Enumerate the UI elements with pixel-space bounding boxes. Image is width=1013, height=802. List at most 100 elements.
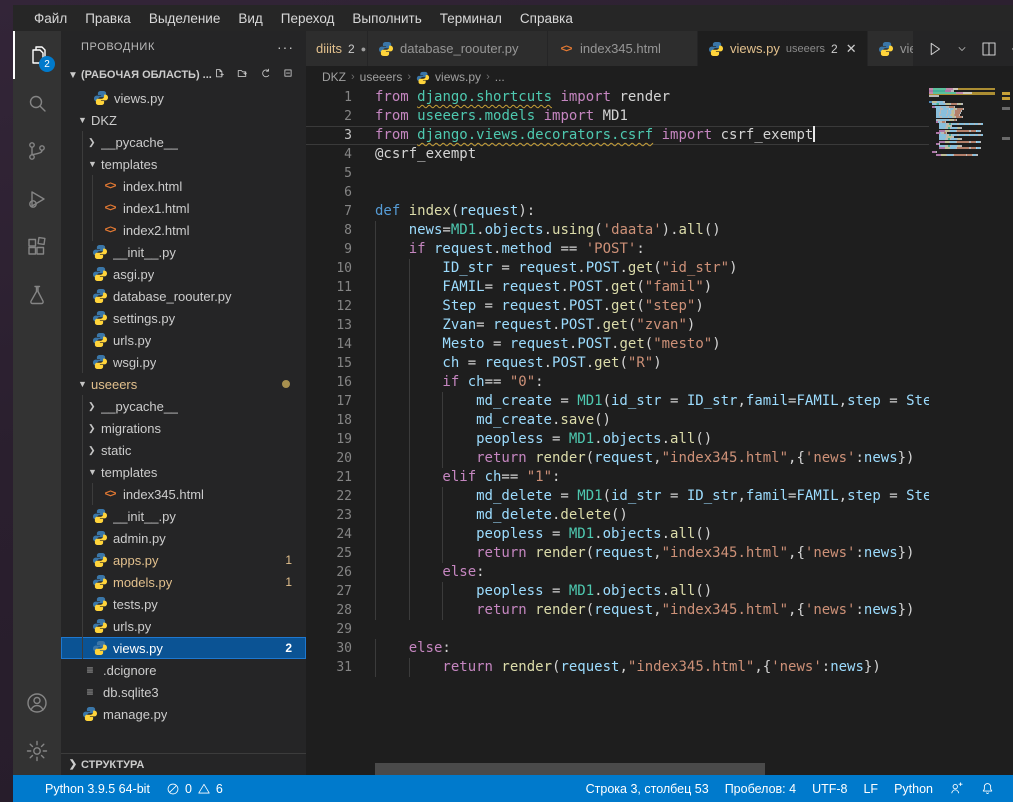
menu-item-Выполнить[interactable]: Выполнить [343, 8, 430, 29]
menu-item-Терминал[interactable]: Терминал [431, 8, 511, 29]
activity-explorer[interactable]: 2 [13, 31, 61, 79]
tree-file-admin.py[interactable]: admin.py [61, 527, 306, 549]
tree-file-__init__.py[interactable]: __init__.py [61, 505, 306, 527]
code-line-2[interactable]: 2from useeers.models import MD1 [306, 107, 929, 126]
chevron-down-icon[interactable] [956, 43, 968, 55]
status-notifications[interactable] [972, 781, 1003, 796]
code-line-14[interactable]: 14Mesto = request.POST.get("mesto") [306, 335, 929, 354]
tab-views.py[interactable]: views.pyuseeers2✕ [698, 31, 868, 66]
code-line-31[interactable]: 31return render(request,"index345.html",… [306, 658, 929, 677]
tab-database_roouter.py[interactable]: database_roouter.py [368, 31, 548, 66]
tab-index345.html[interactable]: <>index345.html [548, 31, 698, 66]
run-icon[interactable] [926, 40, 944, 58]
tree-folder-DKZ[interactable]: ▼DKZ [61, 109, 306, 131]
tree-file-urls.py[interactable]: urls.py [61, 329, 306, 351]
code-line-24[interactable]: 24peopless = MD1.objects.all() [306, 525, 929, 544]
menu-item-Правка[interactable]: Правка [76, 8, 140, 29]
status-encoding[interactable]: UTF-8 [804, 782, 855, 796]
outline-section-header[interactable]: ❯ СТРУКТУРА [61, 753, 306, 775]
activity-extensions[interactable] [13, 223, 61, 271]
activity-settings[interactable] [13, 727, 61, 775]
code-line-20[interactable]: 20return render(request,"index345.html",… [306, 449, 929, 468]
new-file-icon[interactable] [214, 68, 229, 83]
tree-folder-templates[interactable]: ▼templates [61, 153, 306, 175]
breadcrumb-item-useeers[interactable]: useeers [360, 70, 403, 84]
refresh-icon[interactable] [260, 68, 275, 83]
code-line-18[interactable]: 18md_create.save() [306, 411, 929, 430]
code-line-19[interactable]: 19peopless = MD1.objects.all() [306, 430, 929, 449]
code-line-1[interactable]: 1from django.shortcuts import render [306, 88, 929, 107]
code-line-11[interactable]: 11FAMIL= request.POST.get("famil") [306, 278, 929, 297]
tree-file-settings.py[interactable]: settings.py [61, 307, 306, 329]
tree-folder-migrations[interactable]: ❯migrations [61, 417, 306, 439]
collapse-all-icon[interactable] [283, 68, 298, 83]
tree-file-wsgi.py[interactable]: wsgi.py [61, 351, 306, 373]
breadcrumb-item-...[interactable]: ... [495, 70, 505, 84]
code-line-28[interactable]: 28return render(request,"index345.html",… [306, 601, 929, 620]
code-line-5[interactable]: 5 [306, 164, 929, 183]
split-editor-icon[interactable] [980, 40, 998, 58]
activity-account[interactable] [13, 679, 61, 727]
code-line-7[interactable]: 7def index(request): [306, 202, 929, 221]
code-line-13[interactable]: 13Zvan= request.POST.get("zvan") [306, 316, 929, 335]
code-line-21[interactable]: 21elif ch== "1": [306, 468, 929, 487]
activity-search[interactable] [13, 79, 61, 127]
tree-file-views.py[interactable]: views.py2 [61, 637, 306, 659]
tree-file-.dcignore[interactable]: ≡.dcignore [61, 659, 306, 681]
status-python-interpreter[interactable]: Python 3.9.5 64-bit [37, 782, 158, 796]
code-line-27[interactable]: 27peopless = MD1.objects.all() [306, 582, 929, 601]
code-line-25[interactable]: 25return render(request,"index345.html",… [306, 544, 929, 563]
code-line-4[interactable]: 4@csrf_exempt [306, 145, 929, 164]
activity-run-and-debug[interactable] [13, 175, 61, 223]
code-line-12[interactable]: 12Step = request.POST.get("step") [306, 297, 929, 316]
tree-file-urls.py[interactable]: urls.py [61, 615, 306, 637]
breadcrumb[interactable]: DKZ›useeers›views.py›... [306, 66, 1013, 88]
tree-file-index1.html[interactable]: <>index1.html [61, 197, 306, 219]
status-feedback[interactable] [941, 781, 972, 796]
activity-testing[interactable] [13, 271, 61, 319]
tree-folder-templates[interactable]: ▼templates [61, 461, 306, 483]
tree-folder-useeers[interactable]: ▼useeers [61, 373, 306, 395]
code-line-10[interactable]: 10ID_str = request.POST.get("id_str") [306, 259, 929, 278]
workspace-section-header[interactable]: ▼ (РАБОЧАЯ ОБЛАСТЬ) ... [61, 63, 306, 87]
breadcrumb-item-DKZ[interactable]: DKZ [322, 70, 346, 84]
tree-folder-static[interactable]: ❯static [61, 439, 306, 461]
menu-item-Переход[interactable]: Переход [272, 8, 344, 29]
tab-diiits[interactable]: diiits2● [306, 31, 368, 66]
code-line-23[interactable]: 23md_delete.delete() [306, 506, 929, 525]
tree-folder-__pycache__[interactable]: ❯__pycache__ [61, 395, 306, 417]
code-line-17[interactable]: 17md_create = MD1(id_str = ID_str,famil=… [306, 392, 929, 411]
menu-item-Справка[interactable]: Справка [511, 8, 582, 29]
code-line-3[interactable]: 3from django.views.decorators.csrf impor… [306, 126, 929, 145]
minimap[interactable] [929, 88, 999, 763]
tree-folder-__pycache__[interactable]: ❯__pycache__ [61, 131, 306, 153]
tree-file-index345.html[interactable]: <>index345.html [61, 483, 306, 505]
tree-file-models.py[interactable]: models.py1 [61, 571, 306, 593]
new-folder-icon[interactable] [237, 68, 252, 83]
close-icon[interactable]: ✕ [846, 41, 857, 57]
status-cursor-position[interactable]: Строка 3, столбец 53 [578, 782, 717, 796]
tree-file-views.py[interactable]: views.py [61, 87, 306, 109]
menu-item-Выделение[interactable]: Выделение [140, 8, 230, 29]
code-line-26[interactable]: 26else: [306, 563, 929, 582]
code-line-16[interactable]: 16if ch== "0": [306, 373, 929, 392]
tree-file-asgi.py[interactable]: asgi.py [61, 263, 306, 285]
tree-file-db.sqlite3[interactable]: ≡db.sqlite3 [61, 681, 306, 703]
explorer-more-icon[interactable]: ··· [277, 39, 294, 55]
tree-file-apps.py[interactable]: apps.py1 [61, 549, 306, 571]
code-line-15[interactable]: 15ch = request.POST.get("R") [306, 354, 929, 373]
menu-item-Файл[interactable]: Файл [25, 8, 76, 29]
code-line-9[interactable]: 9if request.method == 'POST': [306, 240, 929, 259]
status-eol[interactable]: LF [855, 782, 886, 796]
tree-file-database_roouter.py[interactable]: database_roouter.py [61, 285, 306, 307]
code-line-6[interactable]: 6 [306, 183, 929, 202]
code-editor[interactable]: 1from django.shortcuts import render2fro… [306, 88, 1013, 775]
tree-file-__init__.py[interactable]: __init__.py [61, 241, 306, 263]
tab-vie[interactable]: vie [868, 31, 914, 66]
tree-file-index.html[interactable]: <>index.html [61, 175, 306, 197]
horizontal-scrollbar[interactable] [375, 763, 765, 775]
tree-file-tests.py[interactable]: tests.py [61, 593, 306, 615]
breadcrumb-item-views.py[interactable]: views.py [435, 70, 481, 84]
tree-file-index2.html[interactable]: <>index2.html [61, 219, 306, 241]
tree-file-manage.py[interactable]: manage.py [61, 703, 306, 725]
